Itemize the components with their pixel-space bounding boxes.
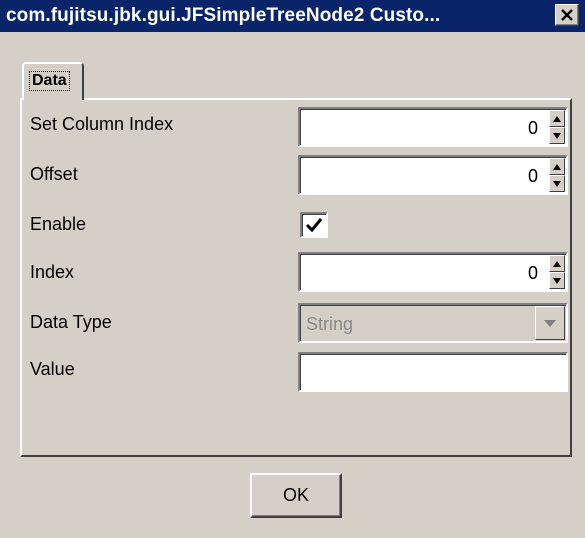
value-input[interactable]	[298, 352, 568, 392]
chevron-down-icon	[544, 319, 556, 327]
down-arrow-icon	[553, 277, 561, 284]
up-arrow-icon	[553, 260, 561, 267]
data-type-dropdown-button[interactable]	[535, 306, 565, 340]
offset-spinner[interactable]: 0	[298, 155, 568, 195]
value-label: Value	[30, 359, 75, 379]
data-type-value: String	[306, 314, 354, 334]
index-spinner[interactable]: 0	[298, 252, 568, 292]
title-bar[interactable]: com.fujitsu.jbk.gui.JFSimpleTreeNode2 Cu…	[0, 0, 585, 32]
offset-label: Offset	[30, 164, 78, 184]
dialog-window: com.fujitsu.jbk.gui.JFSimpleTreeNode2 Cu…	[0, 0, 585, 538]
index-value: 0	[527, 263, 538, 283]
tab-data-label: Data	[29, 71, 70, 91]
spin-down-button[interactable]	[549, 272, 565, 289]
spin-up-button[interactable]	[549, 110, 565, 127]
index-spin-buttons	[549, 255, 565, 289]
set-column-index-spin-buttons	[549, 110, 565, 144]
ok-button[interactable]: OK	[250, 473, 342, 518]
down-arrow-icon	[553, 132, 561, 139]
up-arrow-icon	[553, 115, 561, 122]
enable-label: Enable	[30, 214, 87, 234]
enable-checkbox[interactable]	[300, 212, 328, 238]
window-title: com.fujitsu.jbk.gui.JFSimpleTreeNode2 Cu…	[6, 5, 441, 26]
spin-up-button[interactable]	[549, 255, 565, 272]
up-arrow-icon	[553, 163, 561, 170]
down-arrow-icon	[553, 180, 561, 187]
offset-value: 0	[527, 166, 538, 186]
set-column-index-value: 0	[527, 118, 538, 138]
data-type-label: Data Type	[30, 312, 112, 332]
data-type-select[interactable]: String	[298, 303, 568, 343]
close-button[interactable]	[555, 4, 579, 26]
close-icon	[561, 9, 573, 21]
tab-data[interactable]: Data	[22, 62, 84, 100]
index-label: Index	[30, 262, 75, 282]
set-column-index-spinner[interactable]: 0	[298, 107, 568, 147]
spin-up-button[interactable]	[549, 158, 565, 175]
checkmark-icon	[305, 218, 323, 233]
set-column-index-label: Set Column Index	[30, 114, 174, 134]
spin-down-button[interactable]	[549, 175, 565, 192]
spin-down-button[interactable]	[549, 127, 565, 144]
offset-spin-buttons	[549, 158, 565, 192]
